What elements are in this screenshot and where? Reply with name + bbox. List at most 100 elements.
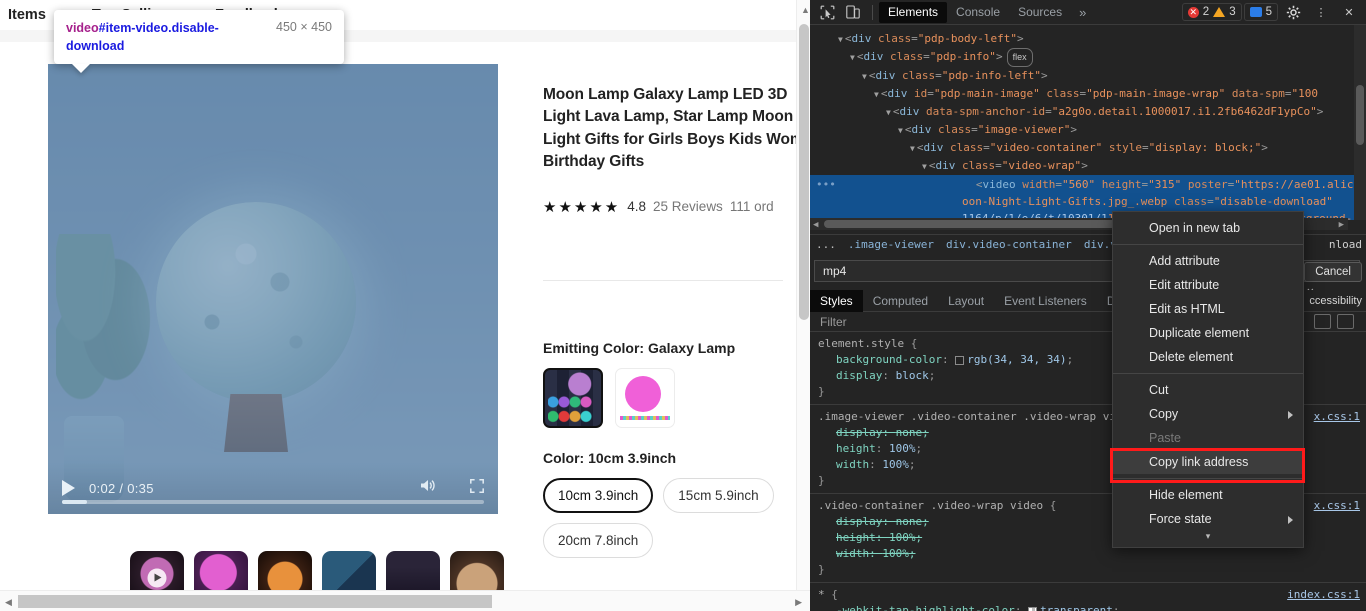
css-property-value[interactable]: 100% bbox=[889, 442, 916, 455]
size-option-15cm[interactable]: 15cm 5.9inch bbox=[663, 478, 774, 513]
page-horizontal-scrollbar[interactable]: ◀ ▶ bbox=[0, 590, 810, 611]
menu-item-add-attribute[interactable]: Add attribute bbox=[1113, 249, 1303, 273]
flex-badge[interactable]: flex bbox=[1006, 48, 1033, 67]
expand-triangle-icon[interactable]: ▼ bbox=[898, 126, 903, 135]
more-tabs-icon[interactable]: » bbox=[1071, 5, 1094, 20]
search-cancel-button[interactable]: Cancel bbox=[1304, 262, 1362, 282]
scroll-up-icon[interactable]: ▲ bbox=[801, 5, 810, 15]
menu-item-force-state[interactable]: Force state bbox=[1113, 507, 1303, 531]
expand-triangle-icon[interactable]: ▼ bbox=[862, 72, 867, 81]
tab-styles[interactable]: Styles bbox=[810, 289, 863, 312]
menu-scroll-down-icon[interactable]: ▾ bbox=[1113, 531, 1303, 543]
menu-item-edit-as-html[interactable]: Edit as HTML bbox=[1113, 297, 1303, 321]
tab-elements[interactable]: Elements bbox=[879, 1, 948, 23]
dom-scroll-right-icon[interactable]: ▶ bbox=[1339, 220, 1344, 230]
css-selector[interactable]: .image-viewer .video-container .video-wr… bbox=[818, 410, 1116, 423]
css-property-name[interactable]: background-color bbox=[836, 353, 942, 366]
device-toolbar-icon[interactable] bbox=[840, 0, 866, 25]
gear-icon[interactable] bbox=[1280, 0, 1306, 25]
menu-item-duplicate-element[interactable]: Duplicate element bbox=[1113, 321, 1303, 345]
tab-computed[interactable]: Computed bbox=[863, 290, 938, 312]
dom-node[interactable]: ▼ <div class="video-wrap"> bbox=[816, 157, 1366, 175]
menu-item-hide-element[interactable]: Hide element bbox=[1113, 483, 1303, 507]
css-selector[interactable]: * bbox=[818, 588, 825, 601]
reviews-count[interactable]: 25 Reviews bbox=[653, 199, 723, 214]
css-source-link[interactable]: index.css:1 bbox=[1287, 587, 1360, 603]
occluded-accessibility-tab[interactable]: ccessibility bbox=[1309, 295, 1362, 307]
messages-counter-group[interactable]: 5 bbox=[1243, 3, 1278, 21]
css-property-value[interactable]: block bbox=[896, 369, 929, 382]
scroll-left-icon[interactable]: ◀ bbox=[5, 597, 12, 608]
dom-node[interactable]: ▼ <div class="pdp-info"> flex bbox=[816, 48, 1366, 67]
css-property-name[interactable]: width bbox=[836, 458, 869, 471]
emitting-color-swatch-pink-lamp[interactable] bbox=[615, 368, 675, 428]
color-swatch[interactable] bbox=[955, 355, 965, 365]
expand-triangle-icon[interactable]: ▼ bbox=[838, 35, 843, 44]
css-selector[interactable]: .video-container .video-wrap video bbox=[818, 499, 1043, 512]
expand-triangle-icon[interactable]: ▼ bbox=[886, 108, 891, 117]
page-horizontal-scroll-thumb[interactable] bbox=[18, 595, 492, 608]
expand-triangle-icon[interactable]: ▼ bbox=[850, 53, 855, 62]
expand-triangle-icon[interactable]: ▼ bbox=[922, 162, 927, 171]
css-source-link[interactable]: x.css:1 bbox=[1314, 409, 1360, 425]
tab-sources[interactable]: Sources bbox=[1009, 2, 1071, 23]
scroll-right-icon[interactable]: ▶ bbox=[795, 597, 802, 608]
css-property-name[interactable]: display bbox=[836, 426, 882, 439]
close-icon[interactable]: ✕ bbox=[1336, 0, 1362, 25]
new-style-rule-icon[interactable] bbox=[1337, 314, 1354, 329]
tab-console[interactable]: Console bbox=[947, 2, 1009, 23]
play-icon[interactable] bbox=[62, 480, 75, 496]
issues-counter-group[interactable]: ✕ 2 3 bbox=[1181, 3, 1242, 21]
menu-item-cut[interactable]: Cut bbox=[1113, 378, 1303, 402]
expand-triangle-icon[interactable]: ▼ bbox=[874, 90, 879, 99]
inspect-cursor-icon[interactable] bbox=[814, 0, 840, 25]
fullscreen-icon[interactable] bbox=[470, 478, 484, 498]
transparent-color-swatch[interactable] bbox=[1028, 606, 1038, 611]
css-property-value[interactable]: 100% bbox=[889, 531, 916, 544]
dom-node[interactable]: ▼ <div class="pdp-body-left"> bbox=[816, 30, 1366, 48]
css-property-name[interactable]: -webkit-tap-highlight-color bbox=[836, 604, 1015, 611]
breadcrumb-overflow[interactable]: ... bbox=[816, 238, 836, 251]
dom-node[interactable]: ▼ <div id="pdp-main-image" class="pdp-mai… bbox=[816, 85, 1366, 103]
dom-node[interactable]: ▼ <div class="video-container" style="dis… bbox=[816, 139, 1366, 157]
css-property-name[interactable]: height bbox=[836, 442, 876, 455]
css-property-value[interactable]: transparent bbox=[1040, 604, 1113, 611]
product-video[interactable]: 0:02 / 0:35 bbox=[48, 64, 498, 514]
emitting-color-swatch-galaxy-lamp[interactable] bbox=[543, 368, 603, 428]
dom-node[interactable]: ▼ <div class="pdp-info-left"> bbox=[816, 67, 1366, 85]
dom-tree-vertical-scrollbar[interactable] bbox=[1354, 25, 1366, 220]
video-progress-bar[interactable] bbox=[62, 500, 484, 504]
css-property-value[interactable]: none bbox=[896, 426, 923, 439]
dom-scroll-left-icon[interactable]: ◀ bbox=[813, 220, 818, 230]
size-option-10cm[interactable]: 10cm 3.9inch bbox=[543, 478, 654, 513]
css-property-value[interactable]: 100% bbox=[882, 547, 909, 560]
css-source-link[interactable]: x.css:1 bbox=[1314, 498, 1360, 514]
dom-node[interactable]: ▼ <div class="image-viewer"> bbox=[816, 121, 1366, 139]
css-property-value[interactable]: 100% bbox=[882, 458, 909, 471]
css-property-name[interactable]: display bbox=[836, 515, 882, 528]
tab-event-listeners[interactable]: Event Listeners bbox=[994, 290, 1097, 312]
toggle-element-state-icon[interactable] bbox=[1314, 314, 1331, 329]
page-vertical-scrollbar[interactable]: ▲ bbox=[796, 0, 810, 590]
node-dots-icon[interactable]: ••• bbox=[816, 178, 836, 191]
css-property-value[interactable]: none bbox=[896, 515, 923, 528]
size-option-20cm[interactable]: 20cm 7.8inch bbox=[543, 523, 654, 558]
breadcrumb-image-viewer[interactable]: .image-viewer bbox=[848, 238, 934, 251]
css-property-value[interactable]: rgb(34, 34, 34) bbox=[967, 353, 1066, 366]
dom-tree-scroll-thumb[interactable] bbox=[1356, 85, 1364, 145]
volume-icon[interactable] bbox=[419, 478, 436, 498]
menu-item-copy-link-address[interactable]: Copy link address bbox=[1113, 450, 1303, 474]
nav-item-items[interactable]: Items bbox=[8, 7, 46, 23]
css-property-name[interactable]: height bbox=[836, 531, 876, 544]
expand-triangle-icon[interactable]: ▼ bbox=[910, 144, 915, 153]
menu-item-open-in-new-tab[interactable]: Open in new tab bbox=[1113, 216, 1303, 240]
more-vertical-icon[interactable]: ⋮ bbox=[1308, 0, 1334, 25]
tab-layout[interactable]: Layout bbox=[938, 290, 994, 312]
page-vertical-scroll-thumb[interactable] bbox=[799, 24, 809, 320]
breadcrumb-video-container[interactable]: div.video-container bbox=[946, 238, 1072, 251]
menu-item-delete-element[interactable]: Delete element bbox=[1113, 345, 1303, 369]
menu-item-copy[interactable]: Copy bbox=[1113, 402, 1303, 426]
css-property-name[interactable]: width bbox=[836, 547, 869, 560]
css-selector[interactable]: element.style bbox=[818, 337, 904, 350]
css-property-name[interactable]: display bbox=[836, 369, 882, 382]
